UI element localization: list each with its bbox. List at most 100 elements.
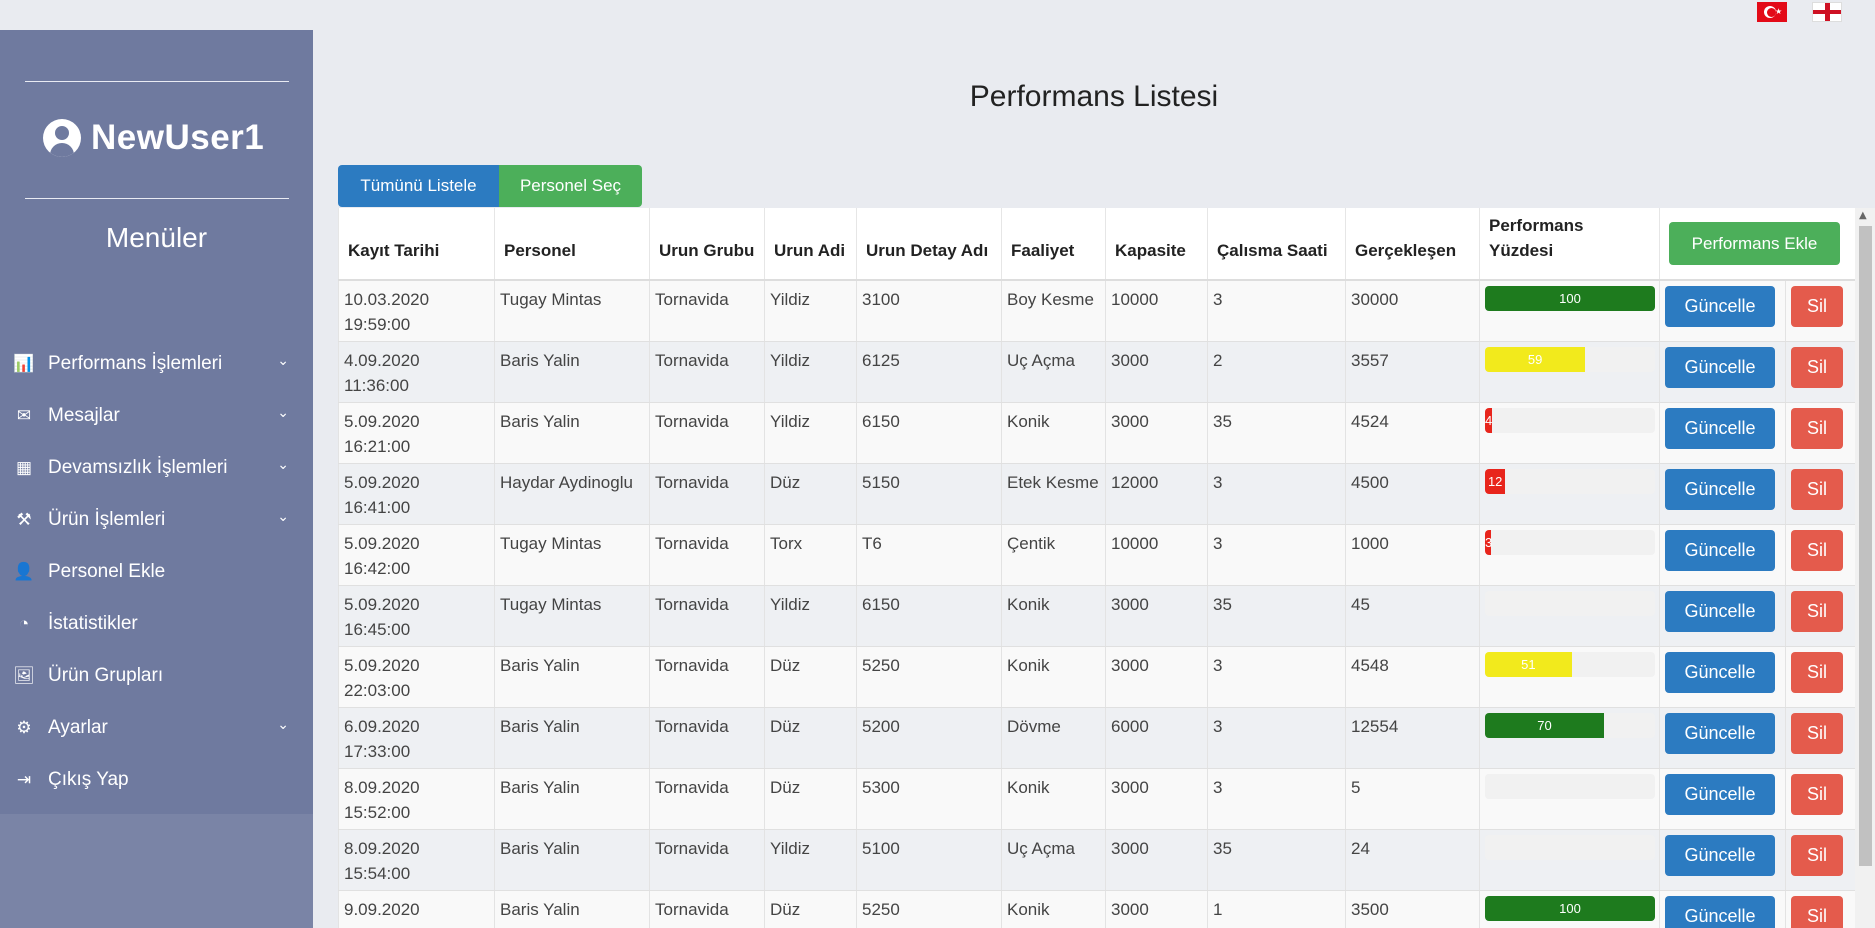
update-button[interactable]: Güncelle (1665, 468, 1775, 510)
sidebar-item-0[interactable]: 📊 Performans İşlemleri ⌄ (0, 338, 313, 390)
update-button[interactable]: Güncelle (1665, 529, 1775, 571)
cell-activity: Uç Açma (1001, 341, 1106, 403)
chevron-down-icon: ⌄ (277, 352, 289, 368)
delete-button[interactable]: Sil (1791, 590, 1843, 632)
sidebar-item-4[interactable]: 👤 Personel Ekle (0, 546, 313, 598)
delete-button[interactable]: Sil (1791, 895, 1843, 928)
delete-button[interactable]: Sil (1791, 286, 1843, 327)
delete-button[interactable]: Sil (1791, 773, 1843, 815)
update-button[interactable]: Güncelle (1665, 712, 1775, 754)
cell-actual: 1000 (1345, 524, 1480, 586)
progress-fill: 0 (1485, 834, 1491, 860)
cell-product: Düz (764, 646, 857, 708)
cell-delete: Sil (1785, 280, 1856, 342)
cell-delete: Sil (1785, 463, 1856, 525)
vertical-scrollbar[interactable]: ▲ (1855, 208, 1875, 928)
scroll-up-icon[interactable]: ▲ (1859, 210, 1867, 221)
cell-detail: 5100 (856, 829, 1002, 891)
sidebar-item-1[interactable]: ✉ Mesajlar ⌄ (0, 390, 313, 442)
delete-button[interactable]: Sil (1791, 651, 1843, 693)
update-button[interactable]: Güncelle (1665, 773, 1775, 815)
cell-detail: 5300 (856, 768, 1002, 830)
sidebar-item-6[interactable]: 🖼 Ürün Grupları (0, 650, 313, 702)
chevron-down-icon: ⌄ (277, 508, 289, 524)
cell-capacity: 3000 (1105, 585, 1208, 647)
delete-button[interactable]: Sil (1791, 407, 1843, 449)
cell-update: Güncelle (1659, 890, 1786, 928)
scrollbar-thumb[interactable] (1859, 226, 1872, 866)
delete-button[interactable]: Sil (1791, 529, 1843, 571)
user-profile: NewUser1 (43, 118, 264, 158)
update-button[interactable]: Güncelle (1665, 651, 1775, 693)
cell-hours: 2 (1207, 341, 1346, 403)
column-header: Personel (494, 208, 650, 281)
cell-actual: 45 (1345, 585, 1480, 647)
update-button[interactable]: Güncelle (1665, 895, 1775, 928)
sidebar-item-3[interactable]: ⚒ Ürün İşlemleri ⌄ (0, 494, 313, 546)
cell-activity: Dövme (1001, 707, 1106, 769)
cell-hours: 3 (1207, 707, 1346, 769)
add-performance-button[interactable]: Performans Ekle (1669, 222, 1840, 265)
column-header: Kapasite (1105, 208, 1208, 281)
column-header: Urun Grubu (649, 208, 765, 281)
cell-date: 10.03.2020 19:59:00 (338, 280, 495, 342)
delete-button[interactable]: Sil (1791, 712, 1843, 754)
delete-button[interactable]: Sil (1791, 468, 1843, 510)
cell-hours: 3 (1207, 463, 1346, 525)
cell-percent: 51 (1479, 646, 1660, 708)
sidebar-item-7[interactable]: ⚙ Ayarlar ⌄ (0, 702, 313, 754)
cell-date: 5.09.2020 16:41:00 (338, 463, 495, 525)
cell-delete: Sil (1785, 707, 1856, 769)
cell-person: Baris Yalin (494, 402, 650, 464)
flag-turkey-icon[interactable]: ★ (1757, 2, 1787, 22)
chevron-down-icon: ⌄ (277, 404, 289, 420)
sidebar-item-2[interactable]: ▦ Devamsızlık İşlemleri ⌄ (0, 442, 313, 494)
cell-update: Güncelle (1659, 768, 1786, 830)
column-header: Performans Yüzdesi (1479, 208, 1660, 281)
sign-out-icon: ⇥ (16, 770, 32, 789)
list-all-button[interactable]: Tümünü Listele (338, 165, 499, 207)
cell-update: Güncelle (1659, 585, 1786, 647)
cell-actual: 4500 (1345, 463, 1480, 525)
flag-england-icon[interactable] (1812, 2, 1842, 22)
delete-button[interactable]: Sil (1791, 346, 1843, 388)
cell-update: Güncelle (1659, 463, 1786, 525)
cell-update: Güncelle (1659, 829, 1786, 891)
cell-date: 8.09.2020 15:54:00 (338, 829, 495, 891)
update-button[interactable]: Güncelle (1665, 346, 1775, 388)
performance-progress-bar: 59 (1485, 346, 1655, 372)
cell-group: Tornavida (649, 646, 765, 708)
table-row: 5.09.2020 16:42:00 Tugay Mintas Tornavida T… (338, 524, 1856, 586)
table-row: 8.09.2020 15:54:00 Baris Yalin Tornavida Yi… (338, 829, 1856, 891)
cell-group: Tornavida (649, 768, 765, 830)
cell-hours: 35 (1207, 585, 1346, 647)
column-header-actions: Performans Ekle (1659, 208, 1856, 281)
cell-delete: Sil (1785, 829, 1856, 891)
image-icon: 🖼 (13, 666, 35, 685)
update-button[interactable]: Güncelle (1665, 407, 1775, 449)
top-bar: ★ (0, 0, 1875, 30)
update-button[interactable]: Güncelle (1665, 834, 1775, 876)
delete-button[interactable]: Sil (1791, 834, 1843, 876)
table-row: 4.09.2020 11:36:00 Baris Yalin Tornavida Yi… (338, 341, 1856, 403)
cell-update: Güncelle (1659, 341, 1786, 403)
cell-delete: Sil (1785, 341, 1856, 403)
cell-date: 5.09.2020 16:45:00 (338, 585, 495, 647)
sidebar-item-5[interactable]: ◔ İstatistikler (0, 598, 313, 650)
cell-person: Tugay Mintas (494, 585, 650, 647)
cell-delete: Sil (1785, 646, 1856, 708)
cell-capacity: 10000 (1105, 280, 1208, 342)
cell-person: Haydar Aydinoglu (494, 463, 650, 525)
progress-fill: 4 (1485, 407, 1492, 433)
select-personnel-button[interactable]: Personel Seç (499, 165, 642, 207)
chevron-down-icon: ⌄ (277, 716, 289, 732)
cell-person: Baris Yalin (494, 707, 650, 769)
sidebar: NewUser1 Menüler 📊 Performans İşlemleri ⌄ ✉… (0, 30, 313, 928)
update-button[interactable]: Güncelle (1665, 286, 1775, 327)
sidebar-item-8[interactable]: ⇥ Çıkış Yap (0, 754, 313, 806)
sidebar-item-label: İstatistikler (48, 613, 138, 634)
update-button[interactable]: Güncelle (1665, 590, 1775, 632)
cell-group: Tornavida (649, 341, 765, 403)
performance-progress-bar: 51 (1485, 651, 1655, 677)
cell-group: Tornavida (649, 463, 765, 525)
